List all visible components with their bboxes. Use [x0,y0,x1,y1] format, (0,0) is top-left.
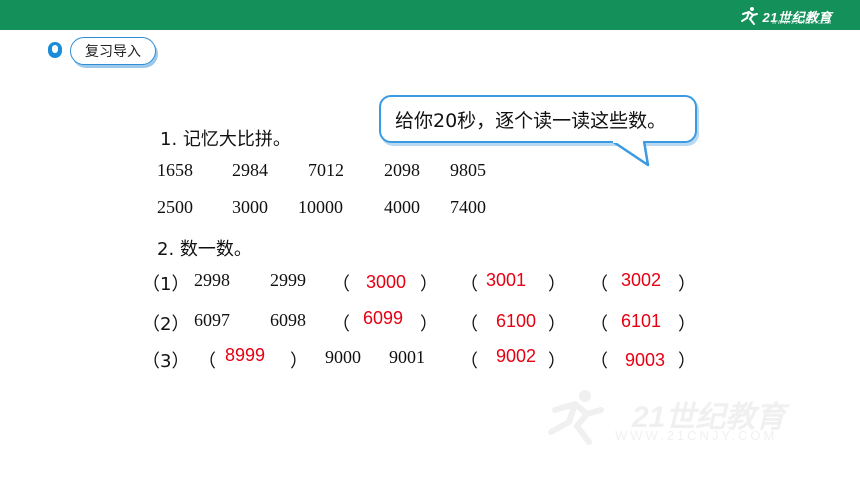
header-bar [0,0,860,30]
open-paren: （ [590,274,608,295]
number: 1658 [157,160,193,180]
number: 6098 [270,310,306,330]
close-paren: ） [678,274,696,295]
close-paren: ） [290,351,308,372]
number: 9001 [389,347,425,367]
question-number: （1） [142,274,190,295]
open-paren: （ [460,314,478,335]
open-paren: （ [590,314,608,335]
part2-title: 2. 数一数。 [157,239,252,260]
close-paren: ） [420,274,438,295]
number: 4000 [384,197,420,217]
number: 2998 [194,270,230,290]
answer: 9003 [625,350,666,370]
open-paren: （ [460,274,478,295]
number: 2500 [157,197,193,217]
number: 2984 [232,160,268,180]
number: 7400 [450,197,486,217]
speech-bubble-tail-icon [611,141,650,167]
open-paren: （ [460,351,478,372]
close-paren: ） [548,314,566,335]
question-number: （3） [142,351,190,372]
question-number: （2） [142,314,190,335]
close-paren: ） [678,314,696,335]
answer: 3000 [366,272,407,292]
number: 9805 [450,160,486,180]
number: 10000 [298,197,343,217]
number: 6097 [194,310,230,330]
close-paren: ） [548,274,566,295]
watermark-url: WWW.21CNJY.COM [615,428,778,443]
speech-bubble: 给你20秒，逐个读一读这些数。 [379,95,697,143]
section-label: 复习导入 [70,37,156,65]
answer: 9002 [496,346,537,366]
answer: 3002 [621,270,662,290]
open-paren: （ [590,351,608,372]
close-paren: ） [548,351,566,372]
number: 2999 [270,270,306,290]
open-paren: （ [332,314,350,335]
close-paren: ） [420,314,438,335]
answer: 6101 [621,311,662,331]
open-paren: （ [198,351,216,372]
number: 7012 [308,160,344,180]
bubble-text: 给你20秒，逐个读一读这些数。 [395,109,667,132]
answer: 3001 [486,270,527,290]
answer: 6100 [496,311,537,331]
number: 3000 [232,197,268,217]
number: 9000 [325,347,361,367]
logo-url: WWW.21CNJY.COM [771,20,832,26]
answer: 6099 [363,308,404,328]
runner-logo-icon [740,7,758,25]
open-paren: （ [332,274,350,295]
badge-icon [48,42,62,58]
number: 2098 [384,160,420,180]
part1-title: 1. 记忆大比拼。 [160,129,291,150]
answer: 8999 [225,345,266,365]
close-paren: ） [678,351,696,372]
